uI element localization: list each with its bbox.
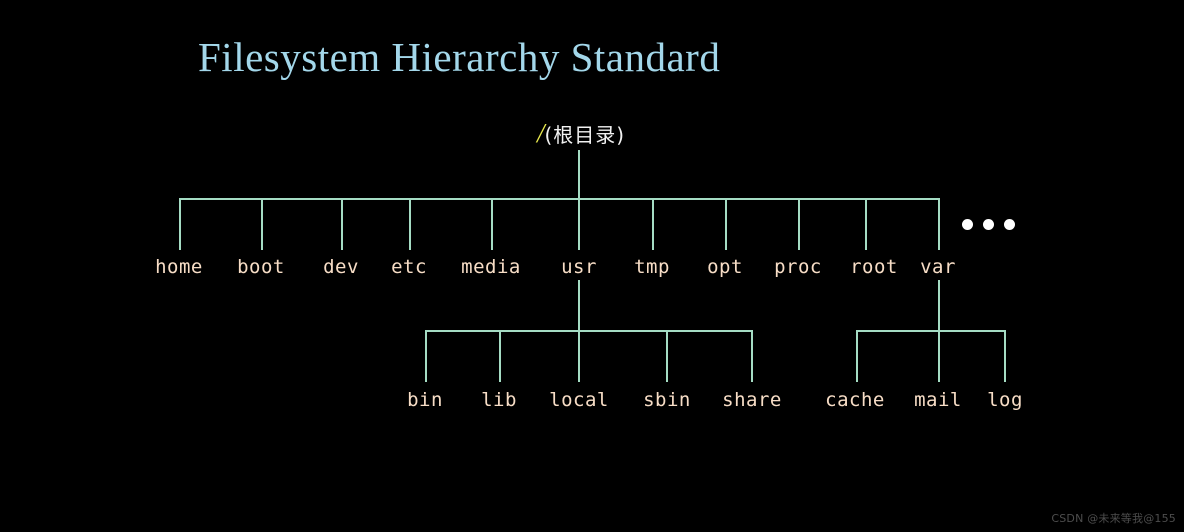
node-label-mail[interactable]: mail (914, 389, 962, 411)
var-drop-cache (856, 330, 858, 382)
usr-drop-share (751, 330, 753, 382)
node-label-lib[interactable]: lib (481, 389, 517, 411)
var-drop-log (1004, 330, 1006, 382)
node-label-usr[interactable]: usr (561, 256, 597, 278)
usr-drop-bin (425, 330, 427, 382)
node-label-boot[interactable]: boot (237, 256, 285, 278)
level1-drop-proc (798, 198, 800, 250)
level1-drop-opt (725, 198, 727, 250)
slide-canvas: Filesystem Hierarchy Standard /(根目录) hom… (0, 0, 1184, 532)
usr-drop-local (578, 330, 580, 382)
node-label-proc[interactable]: proc (774, 256, 822, 278)
node-label-media[interactable]: media (461, 256, 521, 278)
node-label-root[interactable]: root (850, 256, 898, 278)
usr-bus-line (425, 330, 753, 332)
level1-drop-dev (341, 198, 343, 250)
watermark-text: CSDN @未来等我@155 (1051, 512, 1176, 525)
tree-root-node: /(根目录) (0, 118, 1173, 149)
node-label-sbin[interactable]: sbin (643, 389, 691, 411)
root-stem-line (578, 150, 580, 200)
level1-drop-usr (578, 198, 580, 250)
node-label-tmp[interactable]: tmp (634, 256, 670, 278)
usr-stem-line (578, 280, 580, 332)
node-label-bin[interactable]: bin (407, 389, 443, 411)
level1-drop-var (938, 198, 940, 250)
ellipsis-dot-2 (983, 219, 994, 230)
usr-drop-sbin (666, 330, 668, 382)
node-label-var[interactable]: var (920, 256, 956, 278)
ellipsis-dot-3 (1004, 219, 1015, 230)
node-label-local[interactable]: local (549, 389, 609, 411)
root-annotation-label: (根目录) (544, 123, 626, 147)
node-label-share[interactable]: share (722, 389, 782, 411)
page-title: Filesystem Hierarchy Standard (198, 34, 721, 80)
node-label-etc[interactable]: etc (391, 256, 427, 278)
level1-drop-etc (409, 198, 411, 250)
var-drop-mail (938, 330, 940, 382)
level1-drop-root (865, 198, 867, 250)
ellipsis-more-icon (962, 219, 1015, 230)
usr-drop-lib (499, 330, 501, 382)
level1-bus-line (179, 198, 940, 200)
node-label-log[interactable]: log (987, 389, 1023, 411)
var-stem-line (938, 280, 940, 332)
node-label-opt[interactable]: opt (707, 256, 743, 278)
ellipsis-dot-1 (962, 219, 973, 230)
level1-drop-tmp (652, 198, 654, 250)
level1-drop-home (179, 198, 181, 250)
node-label-home[interactable]: home (155, 256, 203, 278)
node-label-cache[interactable]: cache (825, 389, 885, 411)
node-label-dev[interactable]: dev (323, 256, 359, 278)
var-bus-line (856, 330, 1006, 332)
level1-drop-media (491, 198, 493, 250)
level1-drop-boot (261, 198, 263, 250)
